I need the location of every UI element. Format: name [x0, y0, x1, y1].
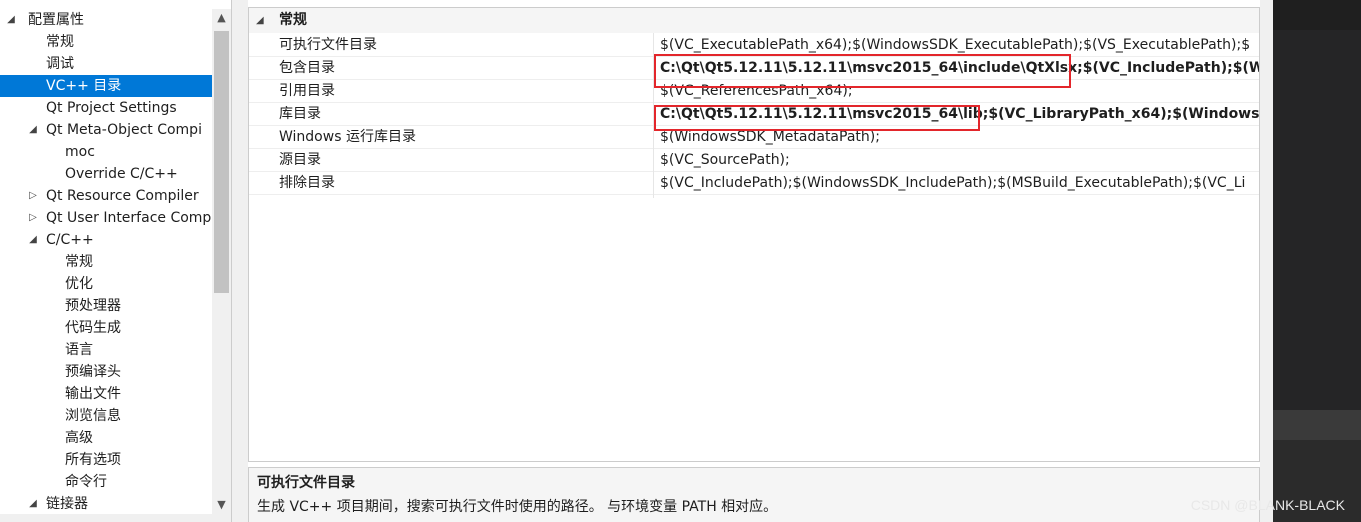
- tree-item-label: Qt Project Settings: [46, 100, 177, 116]
- property-value[interactable]: $(WindowsSDK_MetadataPath);: [660, 126, 1259, 149]
- property-grid: ◢ 常规 可执行文件目录 $(VC_ExecutablePath_x64);$(W…: [248, 7, 1260, 462]
- tree-item-label: 预编译头: [65, 364, 121, 380]
- tree-item[interactable]: 语言: [0, 339, 212, 361]
- tree-item-label: 预处理器: [65, 298, 121, 314]
- tree-item[interactable]: 浏览信息: [0, 405, 212, 427]
- expand-arrow-icon[interactable]: ▷: [26, 185, 40, 207]
- tree-item[interactable]: ◢ 链接器: [0, 493, 212, 515]
- collapse-arrow-icon[interactable]: ◢: [4, 9, 18, 31]
- tree-item[interactable]: 常规: [0, 31, 212, 53]
- tree-item[interactable]: ◢ C/C++: [0, 229, 212, 251]
- property-row[interactable]: 包含目录 C:\Qt\Qt5.12.11\5.12.11\msvc2015_64\…: [249, 57, 1259, 80]
- description-title: 可执行文件目录: [257, 475, 355, 491]
- scroll-thumb[interactable]: [214, 31, 229, 293]
- property-name: 排除目录: [279, 175, 335, 191]
- scroll-down-icon[interactable]: ▼: [212, 496, 231, 514]
- tree-item-label: Qt Meta-Object Compi: [46, 122, 202, 138]
- column-separator[interactable]: [653, 33, 654, 198]
- tree-item-label: Qt Resource Compiler: [46, 188, 199, 204]
- tree-item-label: C/C++: [46, 232, 94, 248]
- section-header[interactable]: ◢ 常规: [249, 8, 1259, 33]
- collapse-arrow-icon[interactable]: ◢: [26, 229, 40, 251]
- tree-item[interactable]: moc: [0, 141, 212, 163]
- tree-item[interactable]: 代码生成: [0, 317, 212, 339]
- tree-item[interactable]: 高级: [0, 427, 212, 449]
- tree-item[interactable]: ◢ Qt Meta-Object Compi: [0, 119, 212, 141]
- section-title: 常规: [279, 12, 307, 28]
- panel-gap: [1260, 0, 1273, 522]
- property-name: 引用目录: [279, 83, 335, 99]
- tree-item[interactable]: 优化: [0, 273, 212, 295]
- property-value[interactable]: $(VC_IncludePath);$(WindowsSDK_IncludePa…: [660, 172, 1259, 195]
- tree-item[interactable]: 常规: [0, 251, 212, 273]
- tree-item[interactable]: Qt Project Settings: [0, 97, 212, 119]
- tree-item[interactable]: 调试: [0, 53, 212, 75]
- tree-item-label: 语言: [65, 342, 93, 358]
- property-row[interactable]: 库目录 C:\Qt\Qt5.12.11\5.12.11\msvc2015_64\l…: [249, 103, 1259, 126]
- background-window: [1273, 0, 1361, 522]
- description-text: 生成 VC++ 项目期间，搜索可执行文件时使用的路径。 与环境变量 PATH 相…: [257, 499, 778, 515]
- property-value[interactable]: $(VC_ReferencesPath_x64);: [660, 80, 1259, 103]
- property-name: 包含目录: [279, 60, 335, 76]
- tree-item-label: 输出文件: [65, 386, 121, 402]
- tree-item-label: moc: [65, 144, 95, 160]
- tree-item-label: VC++ 目录: [46, 78, 122, 94]
- watermark: CSDN @BLANK-BLACK: [1190, 497, 1345, 513]
- tree-item-label: 配置属性: [28, 12, 84, 28]
- property-row[interactable]: Windows 运行库目录 $(WindowsSDK_MetadataPath);: [249, 126, 1259, 149]
- tree-item-label: 代码生成: [65, 320, 121, 336]
- tree-item[interactable]: 输出文件: [0, 383, 212, 405]
- tree-item-label: 常规: [46, 34, 74, 50]
- tree-item[interactable]: 所有选项: [0, 449, 212, 471]
- property-tree: ◢ 配置属性 常规 调试 VC++ 目录 Qt Project Settings ◢ Qt M…: [0, 0, 232, 522]
- collapse-arrow-icon[interactable]: ◢: [26, 493, 40, 515]
- tree-item[interactable]: 预处理器: [0, 295, 212, 317]
- tree-item[interactable]: 命令行: [0, 471, 212, 493]
- property-name: Windows 运行库目录: [279, 129, 416, 145]
- property-value[interactable]: C:\Qt\Qt5.12.11\5.12.11\msvc2015_64\lib;…: [660, 103, 1259, 126]
- tree-item[interactable]: ▷ Qt Resource Compiler: [0, 185, 212, 207]
- background-window-bar: [1273, 410, 1361, 440]
- property-name: 库目录: [279, 106, 321, 122]
- tree-item-label: 常规: [65, 254, 93, 270]
- tree-horizontal-scrollbar[interactable]: [0, 514, 231, 522]
- property-row[interactable]: 源目录 $(VC_SourcePath);: [249, 149, 1259, 172]
- tree-item-label: 高级: [65, 430, 93, 446]
- tree-item-label: 链接器: [46, 496, 88, 512]
- tree-items: ◢ 配置属性 常规 调试 VC++ 目录 Qt Project Settings ◢ Qt M…: [0, 9, 212, 515]
- expand-arrow-icon[interactable]: ▷: [26, 207, 40, 229]
- row-divider: [249, 194, 1259, 195]
- scroll-up-icon[interactable]: ▲: [212, 9, 231, 27]
- tree-item-label: 浏览信息: [65, 408, 121, 424]
- collapse-arrow-icon[interactable]: ◢: [256, 8, 264, 33]
- property-value[interactable]: $(VC_ExecutablePath_x64);$(WindowsSDK_Ex…: [660, 34, 1259, 57]
- tree-item-label: 优化: [65, 276, 93, 292]
- tree-item[interactable]: 预编译头: [0, 361, 212, 383]
- tree-item[interactable]: ◢ 配置属性: [0, 9, 212, 31]
- tree-item[interactable]: VC++ 目录: [0, 75, 212, 97]
- property-name: 可执行文件目录: [279, 37, 377, 53]
- property-row[interactable]: 排除目录 $(VC_IncludePath);$(WindowsSDK_Inclu…: [249, 172, 1259, 195]
- property-name: 源目录: [279, 152, 321, 168]
- tree-item-label: 命令行: [65, 474, 107, 490]
- tree-item[interactable]: ▷ Qt User Interface Comp: [0, 207, 212, 229]
- tree-item-label: 所有选项: [65, 452, 121, 468]
- property-row[interactable]: 引用目录 $(VC_ReferencesPath_x64);: [249, 80, 1259, 103]
- collapse-arrow-icon[interactable]: ◢: [26, 119, 40, 141]
- property-row[interactable]: 可执行文件目录 $(VC_ExecutablePath_x64);$(Window…: [249, 34, 1259, 57]
- tree-item-label: 调试: [46, 56, 74, 72]
- tree-vertical-scrollbar[interactable]: ▲ ▼: [212, 9, 231, 514]
- description-panel: 可执行文件目录 生成 VC++ 项目期间，搜索可执行文件时使用的路径。 与环境变…: [248, 467, 1260, 522]
- tree-item-label: Override C/C++: [65, 166, 178, 182]
- background-window-body: [1273, 30, 1361, 410]
- property-value[interactable]: $(VC_SourcePath);: [660, 149, 1259, 172]
- tree-item-label: Qt User Interface Comp: [46, 210, 212, 226]
- property-value[interactable]: C:\Qt\Qt5.12.11\5.12.11\msvc2015_64\incl…: [660, 57, 1259, 80]
- tree-item[interactable]: Override C/C++: [0, 163, 212, 185]
- splitter[interactable]: [232, 0, 248, 522]
